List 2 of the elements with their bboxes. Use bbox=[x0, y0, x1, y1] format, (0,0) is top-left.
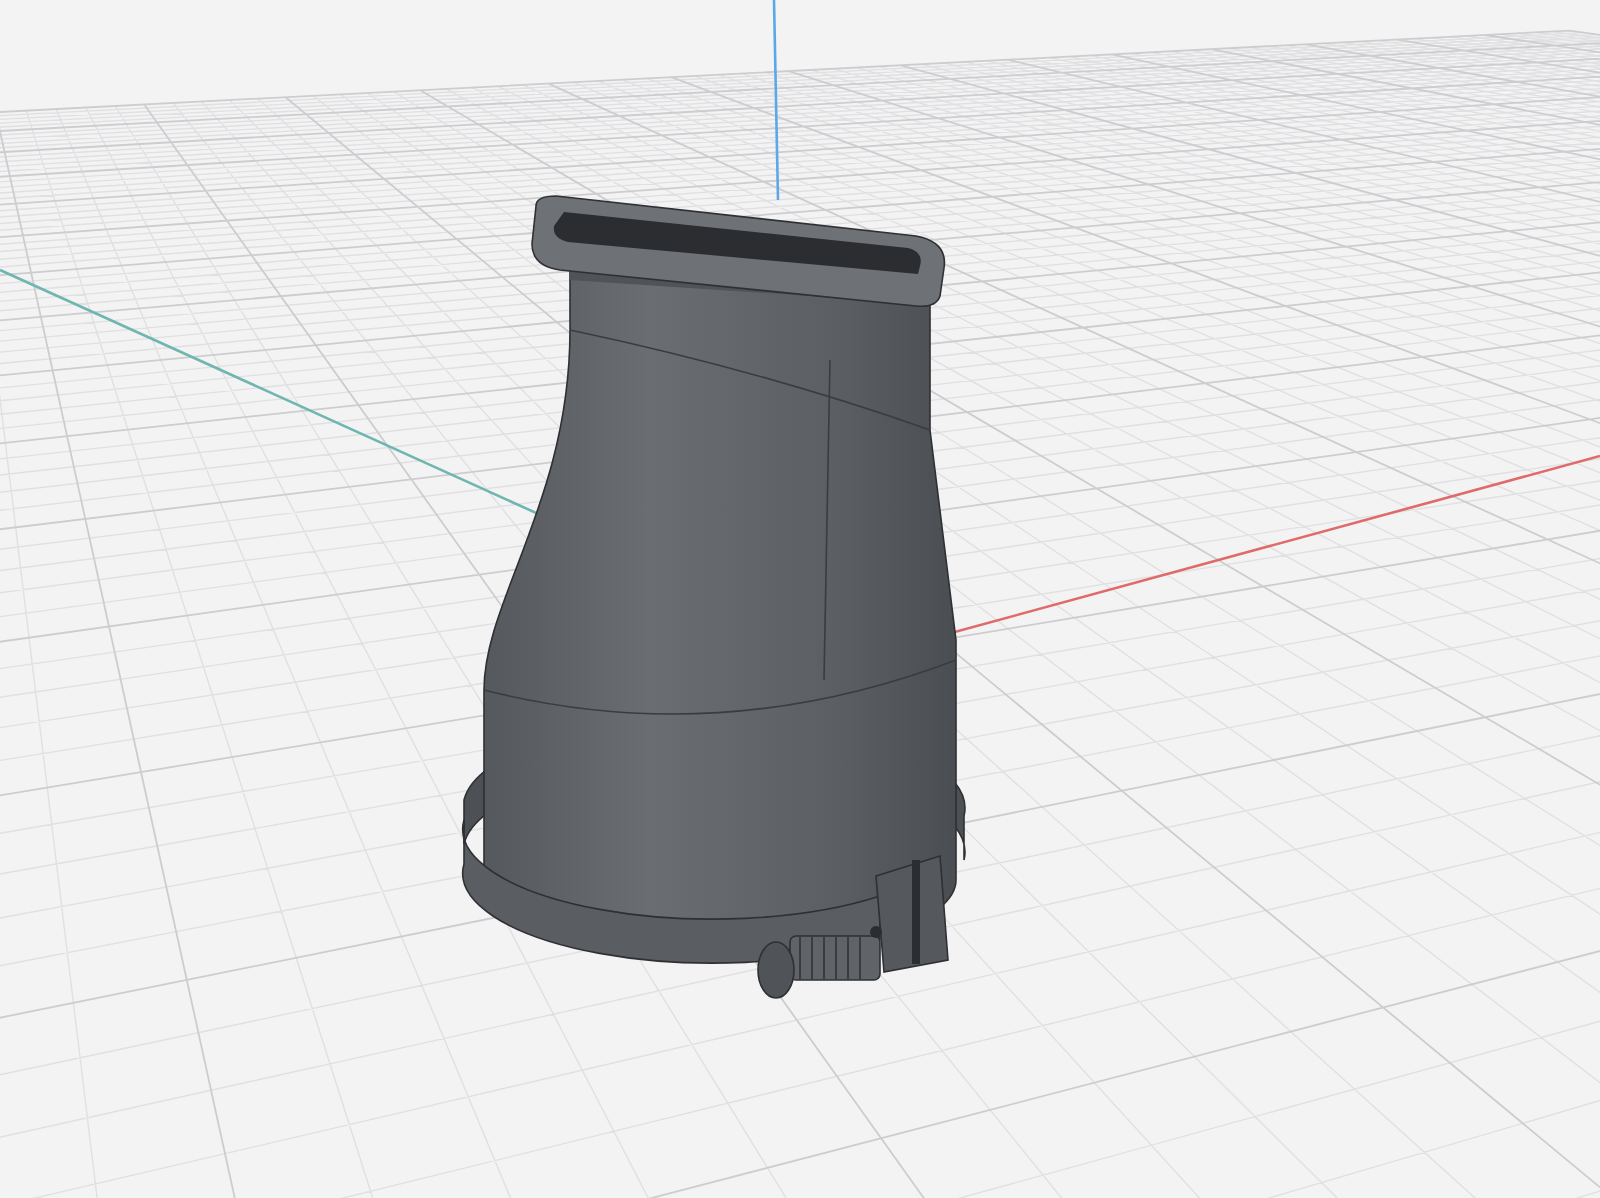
nozzle-model-drawing[interactable] bbox=[462, 195, 966, 999]
viewport-canvas[interactable] bbox=[0, 0, 1600, 1198]
